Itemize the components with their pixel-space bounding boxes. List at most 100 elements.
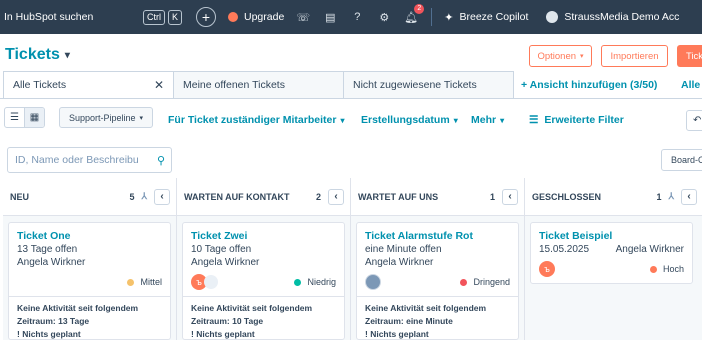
card-divider	[357, 296, 518, 297]
ticket-age: 10 Tage offen	[191, 244, 252, 255]
more-filters-label: Mehr	[471, 114, 497, 126]
board-column-new: NEU 5 ⅄ ‹ Ticket One 13 Tage offen Angel…	[3, 178, 177, 340]
card-divider	[9, 296, 170, 297]
activity-period: Zeitraum: 13 Tage	[17, 316, 90, 326]
column-header: WARTET AUF UNS 1 ‹	[351, 178, 524, 216]
board-column-waiting-contact: WARTEN AUF KONTAKT 2 ‹ Ticket Zwei 10 Ta…	[177, 178, 351, 340]
ticket-card[interactable]: Ticket Alarmstufe Rot eine Minute offen …	[356, 222, 519, 340]
advanced-filters-button[interactable]: ☰ Erweiterte Filter	[529, 114, 624, 126]
page-title[interactable]: Tickets ▾	[5, 46, 70, 64]
collapse-column-icon[interactable]: ‹	[154, 188, 170, 205]
global-search[interactable]: In HubSpot suchen Ctrl K	[2, 5, 182, 29]
ticket-title[interactable]: Ticket Zwei	[191, 229, 336, 243]
ticket-title[interactable]: Ticket Beispiel	[539, 229, 684, 243]
collapse-column-icon[interactable]: ‹	[328, 188, 344, 205]
ticket-close-date: 15.05.2025	[539, 244, 590, 255]
view-toggle: ☰ ▦	[4, 107, 45, 128]
shortcut-ctrl: Ctrl	[142, 9, 165, 25]
sparkle-icon: ✦	[444, 11, 454, 24]
chevron-down-icon: ▾	[453, 116, 458, 125]
settings-gear-icon[interactable]: ⚙	[376, 9, 392, 25]
activity-period: Zeitraum: eine Minute	[365, 316, 453, 326]
account-label: StraussMedia Demo Acc	[564, 11, 680, 23]
close-icon[interactable]: ✕	[154, 78, 164, 92]
pipeline-select[interactable]: Support-Pipeline ▾	[59, 107, 153, 128]
ticket-meta: ъ Niedrig	[191, 273, 336, 291]
more-filters[interactable]: Mehr ▾	[471, 114, 504, 126]
activity-planned: ! Nichts geplant	[365, 329, 429, 339]
notification-badge: 2	[414, 4, 425, 14]
options-button[interactable]: Optionen ▾	[529, 45, 592, 67]
activity-text: Keine Aktivität seit folgendem	[191, 303, 313, 313]
created-date-filter[interactable]: Erstellungsdatum ▾	[361, 114, 458, 126]
tab-label: Nicht zugewiesene Tickets	[353, 79, 477, 91]
breeze-copilot-label: Breeze Copilot	[459, 11, 529, 23]
column-header: WARTEN AUF KONTAKT 2 ‹	[177, 178, 350, 216]
notifications-bell-icon[interactable]: 🔔︎ 2	[403, 4, 425, 25]
account-avatar-icon	[546, 11, 559, 23]
contact-avatar-icon	[204, 275, 218, 289]
priority-label: Hoch	[662, 264, 684, 274]
ticket-owner: Angela Wirkner	[365, 257, 434, 268]
ticket-meta: Mittel	[17, 273, 162, 291]
tab-my-open-tickets[interactable]: Meine offenen Tickets	[173, 71, 344, 99]
ticket-date-row: 15.05.2025 Angela Wirkner	[539, 243, 684, 256]
created-filter-label: Erstellungsdatum	[361, 114, 450, 126]
chevron-down-icon: ▾	[340, 116, 345, 125]
global-search-label: In HubSpot suchen	[4, 11, 94, 23]
ticket-meta: Dringend	[365, 273, 510, 291]
column-name: NEU	[10, 191, 30, 202]
marketplace-icon[interactable]: ▤	[322, 9, 338, 25]
ticket-search-input[interactable]: ID, Name oder Beschreibu ⚲	[7, 147, 172, 173]
ticket-title[interactable]: Ticket One	[17, 229, 162, 243]
column-header: NEU 5 ⅄ ‹	[3, 178, 176, 216]
ticket-meta: ъ Hoch	[539, 260, 684, 278]
column-name: WARTET AUF UNS	[358, 191, 439, 202]
undo-icon[interactable]: ↶	[686, 110, 702, 131]
add-view-button[interactable]: + Ansicht hinzufügen (3/50)	[521, 79, 657, 91]
breeze-copilot-button[interactable]: ✦ Breeze Copilot	[444, 11, 528, 24]
board-options-button[interactable]: Board-O	[661, 149, 702, 171]
tab-all-tickets[interactable]: Alle Tickets ✕	[3, 71, 174, 99]
owner-filter[interactable]: Für Ticket zuständiger Mitarbeiter ▾	[168, 114, 344, 126]
activity-text: Keine Aktivität seit folgendem	[365, 303, 487, 313]
activity-planned: ! Nichts geplant	[191, 329, 255, 339]
create-ticket-button[interactable]: Tick	[677, 45, 702, 67]
import-button[interactable]: Importieren	[601, 45, 668, 67]
page-title-text: Tickets	[5, 46, 60, 63]
create-button[interactable]: +	[196, 7, 216, 27]
activity-period: Zeitraum: 10 Tage	[191, 316, 264, 326]
upgrade-button[interactable]: Upgrade	[228, 11, 284, 23]
collapse-column-icon[interactable]: ‹	[681, 188, 697, 205]
collapse-column-icon[interactable]: ‹	[502, 188, 518, 205]
ticket-title[interactable]: Ticket Alarmstufe Rot	[365, 229, 510, 243]
ticket-card[interactable]: Ticket Beispiel 15.05.2025 Angela Wirkne…	[530, 222, 693, 284]
column-count: 1	[656, 191, 662, 202]
search-icon[interactable]: ⚲	[151, 154, 171, 167]
priority-dot	[649, 265, 657, 273]
list-view-icon[interactable]: ☰	[5, 108, 24, 127]
sort-icon[interactable]: ⅄	[142, 191, 148, 202]
help-icon[interactable]: ?	[349, 9, 365, 25]
priority-tag: Niedrig	[294, 277, 336, 287]
phone-icon[interactable]: ☏	[295, 9, 311, 25]
account-menu[interactable]: StraussMedia Demo Acc	[546, 11, 679, 23]
pipeline-label: Support-Pipeline	[68, 112, 136, 123]
chevron-down-icon: ▾	[580, 53, 584, 60]
column-name: GESCHLOSSEN	[532, 191, 602, 202]
ticket-card[interactable]: Ticket One 13 Tage offen Angela Wirkner …	[8, 222, 171, 340]
shortcut-k: K	[167, 9, 182, 25]
column-header: GESCHLOSSEN 1 ⅄ ‹	[525, 178, 702, 216]
sort-icon[interactable]: ⅄	[669, 191, 675, 202]
chevron-down-icon: ▾	[139, 114, 144, 122]
hubspot-avatar-icon: ъ	[539, 261, 555, 277]
board-view-icon[interactable]: ▦	[24, 108, 44, 127]
column-name: WARTEN AUF KONTAKT	[184, 191, 290, 202]
filter-lines-icon: ☰	[529, 114, 539, 126]
search-placeholder: ID, Name oder Beschreibu	[15, 154, 139, 166]
priority-tag: Dringend	[460, 277, 510, 287]
ticket-card[interactable]: Ticket Zwei 10 Tage offen Angela Wirkner…	[182, 222, 345, 340]
tab-unassigned-tickets[interactable]: Nicht zugewiesene Tickets	[343, 71, 514, 99]
all-views-link[interactable]: Alle	[681, 79, 700, 91]
chevron-down-icon: ▾	[500, 116, 505, 125]
